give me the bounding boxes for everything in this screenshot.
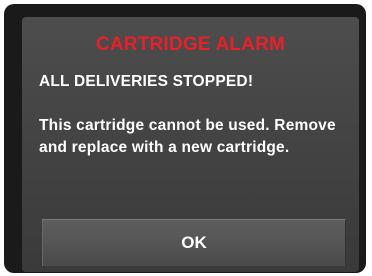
- device-frame: CARTRIDGE ALARM ALL DELIVERIES STOPPED! …: [4, 4, 366, 273]
- ok-button[interactable]: OK: [42, 219, 346, 266]
- alarm-message: This cartridge cannot be used. Remove an…: [39, 117, 336, 156]
- alarm-screen: CARTRIDGE ALARM ALL DELIVERIES STOPPED! …: [22, 17, 359, 272]
- alarm-subtitle: ALL DELIVERIES STOPPED!: [39, 73, 254, 90]
- alarm-title: CARTRIDGE ALARM: [95, 34, 286, 55]
